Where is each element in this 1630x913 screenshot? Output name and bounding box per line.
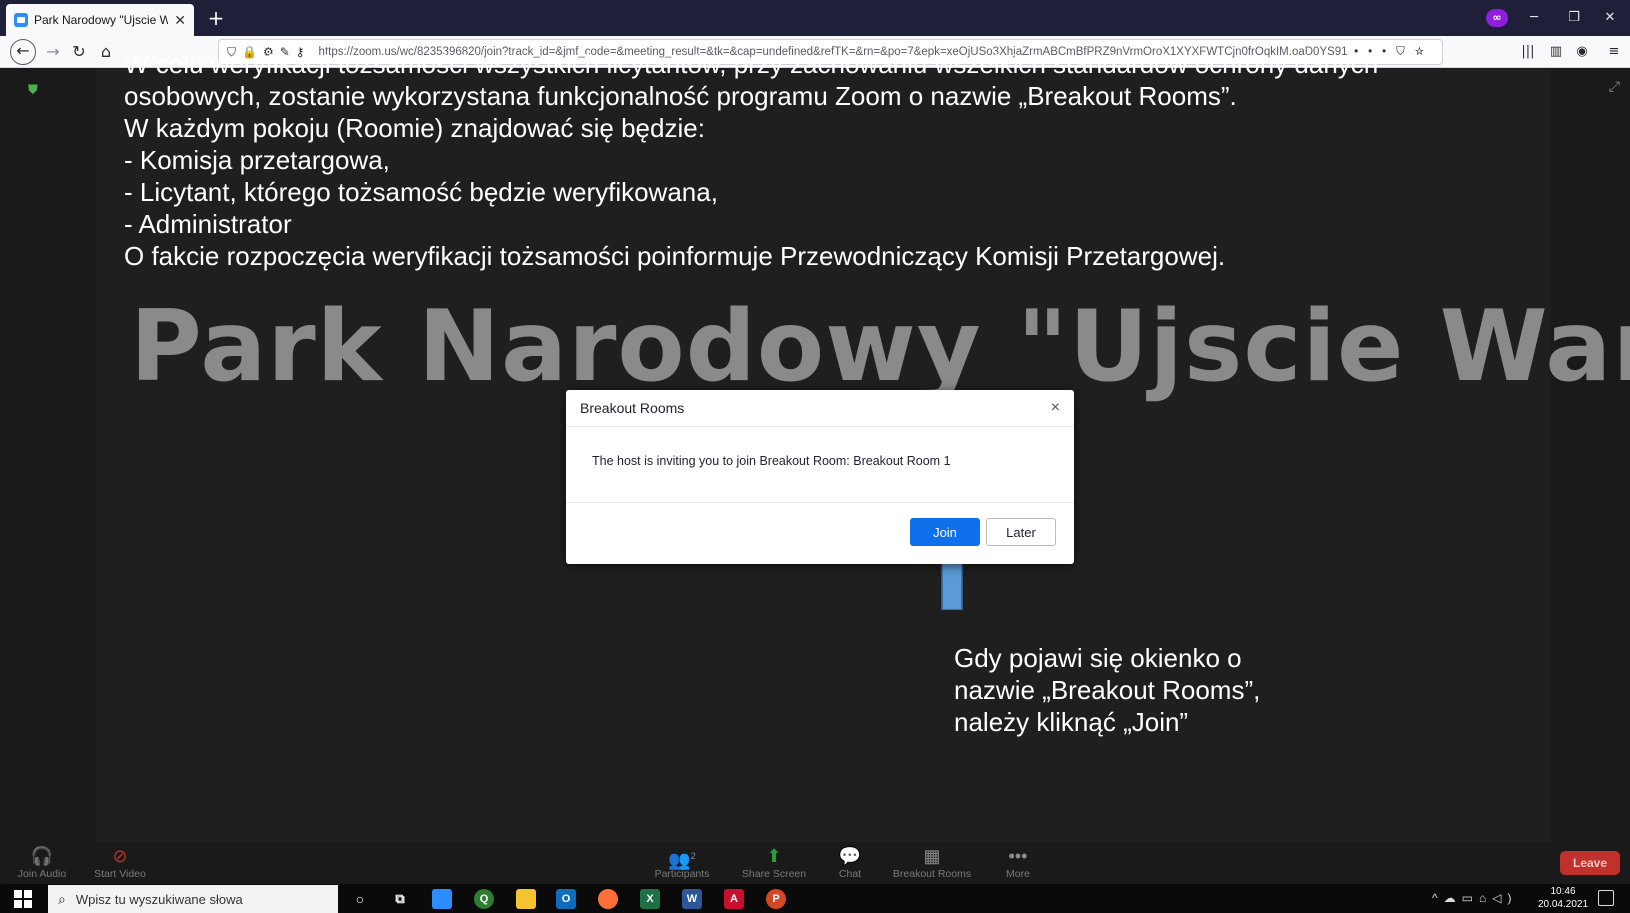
- slide-line: osobowych, zostanie wykorzystana funkcjo…: [124, 81, 1237, 111]
- chat-icon: 💬: [838, 846, 862, 866]
- excel-app-icon[interactable]: X: [640, 889, 660, 909]
- caption-line: nazwie „Breakout Rooms”,: [954, 675, 1261, 705]
- dialog-footer: Join Later: [566, 503, 1074, 563]
- windows-taskbar: ⌕ Wpisz tu wyszukiwane słowa ○ ⧉ Q O X W…: [0, 884, 1630, 913]
- breakout-rooms-label: Breakout Rooms: [892, 868, 972, 880]
- fullscreen-icon[interactable]: ⤢: [1609, 79, 1620, 95]
- windows-start-icon[interactable]: [14, 890, 32, 908]
- caption-line: należy kliknąć „Join”: [954, 707, 1189, 737]
- join-audio-button[interactable]: 🎧 Join Audio: [2, 844, 82, 884]
- start-video-label: Start Video: [94, 868, 146, 880]
- dialog-close-icon[interactable]: ×: [1051, 399, 1060, 417]
- back-arrow-icon[interactable]: ←: [10, 39, 36, 65]
- slide-line: - Komisja przetargowa,: [124, 145, 390, 175]
- tab-close-icon[interactable]: ✕: [174, 12, 186, 29]
- participants-label: Participants: [654, 868, 710, 880]
- more-icon: •••: [1008, 846, 1028, 866]
- zoom-app-icon[interactable]: [432, 889, 452, 909]
- chat-label: Chat: [838, 868, 862, 880]
- encryption-shield-icon[interactable]: ⛊: [28, 83, 42, 99]
- participants-icon: 👥2: [668, 850, 696, 870]
- chat-button[interactable]: 💬 Chat: [810, 844, 890, 884]
- slide-text: W celu weryfikacji tożsamości wszystkich…: [124, 48, 1454, 272]
- task-view-icon[interactable]: ⧉: [390, 889, 410, 909]
- account-icon[interactable]: ◉: [1572, 42, 1592, 62]
- notification-center-icon[interactable]: [1598, 890, 1614, 906]
- library-icon[interactable]: |||: [1518, 42, 1538, 62]
- reload-icon[interactable]: ↻: [66, 39, 92, 65]
- dialog-header: Breakout Rooms ×: [566, 390, 1074, 427]
- word-app-icon[interactable]: W: [682, 889, 702, 909]
- outlook-app-icon[interactable]: O: [556, 889, 576, 909]
- sidebar-icon[interactable]: ▥: [1546, 42, 1566, 62]
- search-icon: ⌕: [58, 890, 66, 907]
- join-button[interactable]: Join: [910, 518, 980, 546]
- zoom-toolbar: 🎧 Join Audio ⊘ Start Video 👥2 Participan…: [6, 842, 1630, 884]
- new-tab-button[interactable]: +: [204, 6, 228, 30]
- later-button[interactable]: Later: [986, 518, 1056, 546]
- headphones-icon: 🎧: [30, 846, 54, 866]
- taskbar-clock[interactable]: 10:46 20.04.2021: [1536, 885, 1590, 911]
- slide-line: W celu weryfikacji tożsamości wszystkich…: [124, 49, 1379, 79]
- home-icon[interactable]: ⌂: [93, 39, 119, 65]
- acrobat-app-icon[interactable]: A: [724, 889, 744, 909]
- browser-tab-bar: Park Narodowy "Ujscie Warty" - Zoom ✕ + …: [0, 0, 1630, 36]
- search-placeholder: Wpisz tu wyszukiwane słowa: [75, 891, 243, 907]
- instruction-caption: Gdy pojawi się okienko o nazwie „Breakou…: [954, 642, 1260, 738]
- browser-tab[interactable]: Park Narodowy "Ujscie Warty" - Zoom ✕: [6, 4, 194, 36]
- start-video-button[interactable]: ⊘ Start Video: [80, 844, 160, 884]
- tab-title: Park Narodowy "Ujscie Warty" - Zoom: [34, 13, 169, 27]
- qgis-app-icon[interactable]: Q: [474, 889, 494, 909]
- share-screen-label: Share Screen: [741, 868, 807, 880]
- minimize-button[interactable]: ─: [1514, 0, 1554, 36]
- taskbar-search-box[interactable]: ⌕ Wpisz tu wyszukiwane słowa: [48, 885, 338, 913]
- clock-date: 20.04.2021: [1537, 899, 1589, 910]
- file-explorer-icon[interactable]: [516, 889, 536, 909]
- share-screen-icon: ⬆: [766, 846, 782, 866]
- background-park-title: Park Narodowy "Ujscie Wart: [130, 290, 1630, 404]
- forward-arrow-icon[interactable]: →: [40, 39, 66, 65]
- menu-icon[interactable]: ≡: [1604, 42, 1624, 62]
- clock-time: 10:46: [1550, 886, 1576, 897]
- slide-line: W każdym pokoju (Roomie) znajdować się b…: [124, 113, 705, 143]
- powerpoint-app-icon[interactable]: P: [766, 889, 786, 909]
- caption-line: Gdy pojawi się okienko o: [954, 643, 1242, 673]
- more-label: More: [1006, 868, 1030, 880]
- system-tray-icons[interactable]: ^☁▭⌂◁): [1432, 891, 1517, 905]
- slide-line: - Licytant, którego tożsamość będzie wer…: [124, 177, 718, 207]
- private-browsing-icon: ∞: [1486, 9, 1508, 27]
- more-button[interactable]: ••• More: [978, 844, 1058, 884]
- cortana-icon[interactable]: ○: [350, 889, 370, 909]
- close-window-button[interactable]: ✕: [1590, 0, 1630, 36]
- video-off-icon: ⊘: [112, 846, 128, 866]
- slide-line: O fakcie rozpoczęcia weryfikacji tożsamo…: [124, 241, 1226, 271]
- breakout-rooms-button[interactable]: ▦ Breakout Rooms: [892, 844, 972, 884]
- participants-count: 2: [690, 851, 696, 861]
- restore-button[interactable]: ❐: [1554, 0, 1594, 36]
- share-screen-button[interactable]: ⬆ Share Screen: [734, 844, 814, 884]
- join-audio-label: Join Audio: [17, 868, 67, 880]
- leave-button[interactable]: Leave: [1560, 851, 1620, 875]
- dialog-message: The host is inviting you to join Breakou…: [566, 427, 1074, 503]
- zoom-favicon-icon: [14, 13, 28, 27]
- breakout-rooms-dialog: Breakout Rooms × The host is inviting yo…: [566, 390, 1074, 564]
- slide-line: - Administrator: [124, 209, 292, 239]
- participants-button[interactable]: 👥2 Participants: [642, 844, 722, 884]
- breakout-rooms-icon: ▦: [923, 846, 941, 866]
- firefox-app-icon[interactable]: [598, 889, 618, 909]
- dialog-title: Breakout Rooms: [580, 400, 685, 416]
